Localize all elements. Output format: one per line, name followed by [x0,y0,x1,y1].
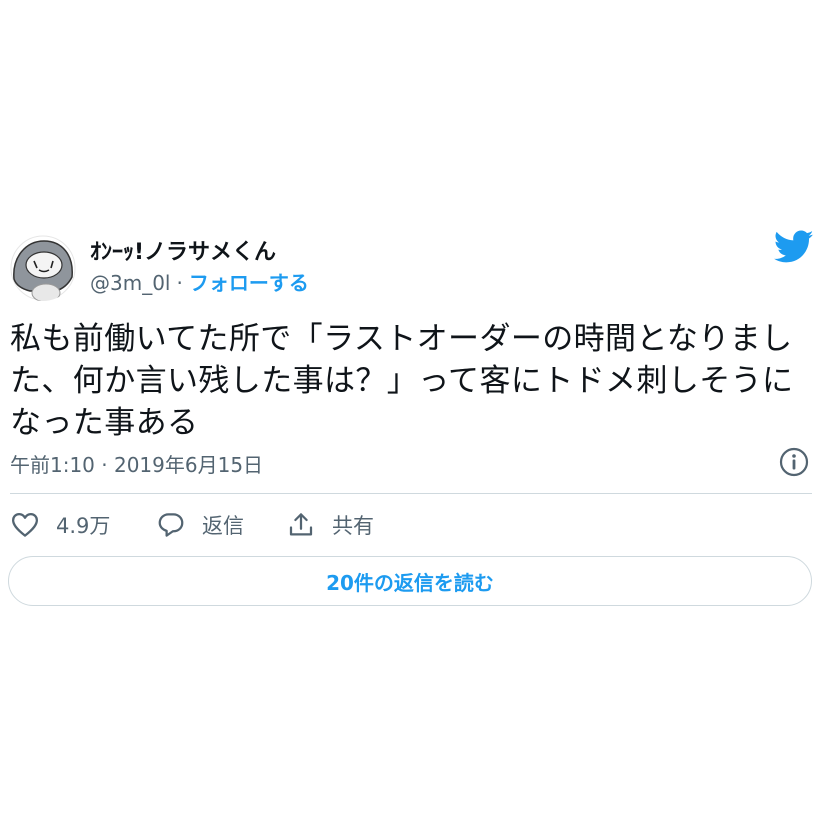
speech-bubble-icon [158,513,184,537]
display-name[interactable]: ｵﾝｰｯ!ノラサメくん [90,234,276,266]
twitter-bird-icon[interactable] [773,230,814,264]
timestamp[interactable]: 午前1:10 · 2019年6月15日 [10,449,263,478]
handle[interactable]: @3m_0l [90,271,171,295]
share-icon [289,513,313,536]
reply-label: 返信 [202,514,244,538]
handle-row: @3m_0l · フォローする [90,267,309,296]
share-button[interactable]: 共有 [286,505,374,545]
separator: · [176,271,183,295]
like-count: 4.9万 [56,514,111,538]
share-label: 共有 [332,514,374,538]
avatar[interactable] [10,235,76,301]
heart-icon [12,513,38,537]
divider [10,493,812,494]
follow-link[interactable]: フォローする [189,271,309,295]
info-icon[interactable] [778,446,810,478]
read-replies-button[interactable]: 20件の返信を読む [8,556,812,606]
reply-button[interactable]: 返信 [156,505,244,545]
action-bar: 4.9万 返信 共有 [10,505,810,545]
tweet-text: 私も前働いてた所で「ラストオーダーの時間となりました、何か言い残した事は？」って… [10,321,794,441]
tweet-card: ｵﾝｰｯ!ノラサメくん @3m_0l · フォローする 私も前働いてた所で「ラストオ… [0,0,816,839]
like-button[interactable]: 4.9万 [10,505,110,545]
